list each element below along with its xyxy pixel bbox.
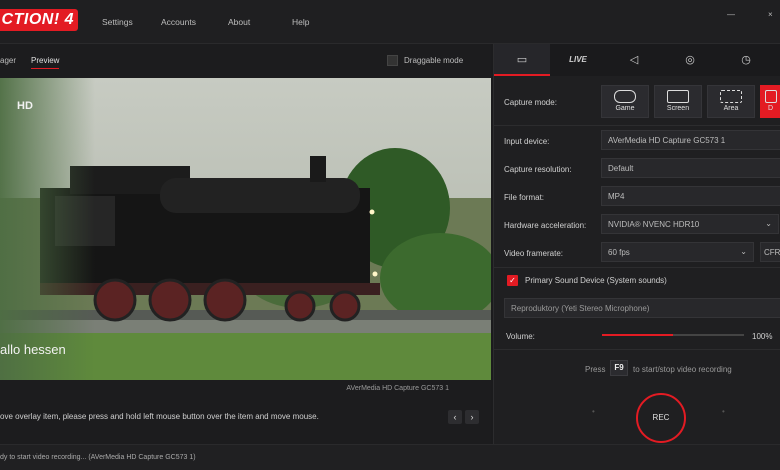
tab-audio-icon[interactable]: ◁	[606, 44, 662, 76]
hardware-acceleration-value: NVIDIA® NVENC HDR10	[608, 220, 700, 229]
device-icon	[764, 90, 777, 103]
mode-screen-button[interactable]: Screen	[654, 85, 702, 118]
menu-accounts[interactable]: Accounts	[161, 17, 196, 27]
file-format-select[interactable]: MP4	[601, 186, 780, 206]
framerate-mode-value: CFR	[764, 248, 780, 257]
file-format-label: File format:	[504, 193, 545, 202]
status-bar: dy to start video recording... (AVerMedi…	[0, 444, 780, 470]
tab-manager[interactable]: ager	[0, 56, 16, 65]
tab-timer-icon[interactable]: ◷	[718, 44, 774, 76]
volume-fill	[602, 334, 673, 336]
menu-help[interactable]: Help	[292, 17, 309, 27]
next-button[interactable]: ›	[465, 410, 479, 424]
capture-resolution-label: Capture resolution:	[504, 165, 572, 174]
train-video-frame	[0, 78, 491, 380]
screen-icon	[667, 90, 689, 103]
record-label: REC	[652, 413, 670, 422]
capture-resolution-value: Default	[608, 164, 634, 173]
overlay-hint: ove overlay item, please press and hold …	[0, 412, 319, 421]
video-preview[interactable]: HD allo hessen	[0, 78, 491, 380]
tab-video-icon[interactable]: ▭	[494, 44, 550, 76]
close-button[interactable]: ×	[768, 10, 773, 19]
menu-about[interactable]: About	[228, 17, 250, 27]
video-framerate-value: 60 fps	[608, 248, 630, 257]
framerate-mode-select[interactable]: CFR	[760, 242, 780, 262]
mode-area-label: Area	[723, 105, 739, 112]
draggable-mode-checkbox[interactable]	[387, 55, 398, 66]
settings-tabs: ▭ LIVE ◁ ◎ ◷	[494, 44, 780, 76]
mode-game-label: Game	[615, 105, 635, 112]
record-button[interactable]: REC	[636, 393, 686, 443]
gamepad-icon	[614, 90, 636, 103]
sound-device-label: Primary Sound Device (System sounds)	[525, 276, 667, 285]
video-framerate-select[interactable]: 60 fps ⌄	[601, 242, 754, 262]
input-device-label: Input device:	[504, 137, 550, 146]
mode-device-label: D	[767, 105, 774, 112]
area-icon	[720, 90, 742, 103]
volume-slider[interactable]	[602, 334, 744, 336]
divider	[494, 349, 780, 350]
microphone-select[interactable]: Reproduktory (Yeti Stereo Microphone)	[504, 298, 780, 318]
capture-mode-label: Capture mode:	[504, 98, 557, 107]
volume-label: Volume:	[506, 332, 535, 341]
hotkey-badge: F9	[610, 360, 628, 376]
mode-device-button[interactable]: D	[760, 85, 780, 118]
left-dot-icon: •	[592, 407, 595, 416]
tab-live-icon[interactable]: LIVE	[550, 44, 606, 76]
file-format-value: MP4	[608, 192, 625, 201]
preview-caption-bar: AVerMedia HD Capture GC573 1	[0, 380, 491, 400]
watermark-hd: HD	[17, 100, 33, 112]
menu-settings[interactable]: Settings	[102, 17, 133, 27]
mode-game-button[interactable]: Game	[601, 85, 649, 118]
input-device-select[interactable]: AVerMedia HD Capture GC573 1	[601, 130, 780, 150]
divider	[494, 267, 780, 268]
minimize-button[interactable]: —	[727, 10, 735, 19]
capture-resolution-select[interactable]: Default	[601, 158, 780, 178]
right-dot-icon: •	[722, 407, 725, 416]
chevron-down-icon: ⌄	[740, 247, 747, 256]
app-logo: CTION! 4	[0, 9, 78, 31]
tab-preview[interactable]: Preview	[31, 56, 60, 69]
hardware-acceleration-label: Hardware acceleration:	[504, 221, 587, 230]
microphone-value: Reproduktory (Yeti Stereo Microphone)	[511, 304, 650, 313]
chevron-down-icon: ⌄	[765, 219, 772, 228]
hardware-acceleration-select[interactable]: NVIDIA® NVENC HDR10 ⌄	[601, 214, 779, 234]
status-text: dy to start video recording... (AVerMedi…	[0, 454, 196, 461]
preview-pane: ager Preview Draggable mode HD allo hess…	[0, 44, 491, 444]
prev-button[interactable]: ‹	[448, 410, 462, 424]
mode-area-button[interactable]: Area	[707, 85, 755, 118]
mode-screen-label: Screen	[666, 105, 690, 112]
watermark-channel: allo hessen	[0, 342, 66, 357]
press-label: Press	[585, 365, 606, 374]
preview-source-caption: AVerMedia HD Capture GC573 1	[346, 385, 449, 392]
tab-screenshot-icon[interactable]: ◎	[662, 44, 718, 76]
top-bar: CTION! 4 Settings Accounts About Help — …	[0, 0, 780, 44]
input-device-value: AVerMedia HD Capture GC573 1	[608, 136, 726, 145]
draggable-mode-label: Draggable mode	[404, 56, 464, 65]
sound-device-checkbox[interactable]: ✓	[507, 275, 518, 286]
settings-pane: ▭ LIVE ◁ ◎ ◷ Capture mode: Game Screen A…	[493, 44, 780, 444]
record-hint: to start/stop video recording	[633, 365, 732, 374]
video-framerate-label: Video framerate:	[504, 249, 563, 258]
volume-value: 100%	[752, 332, 773, 341]
divider	[494, 125, 780, 126]
